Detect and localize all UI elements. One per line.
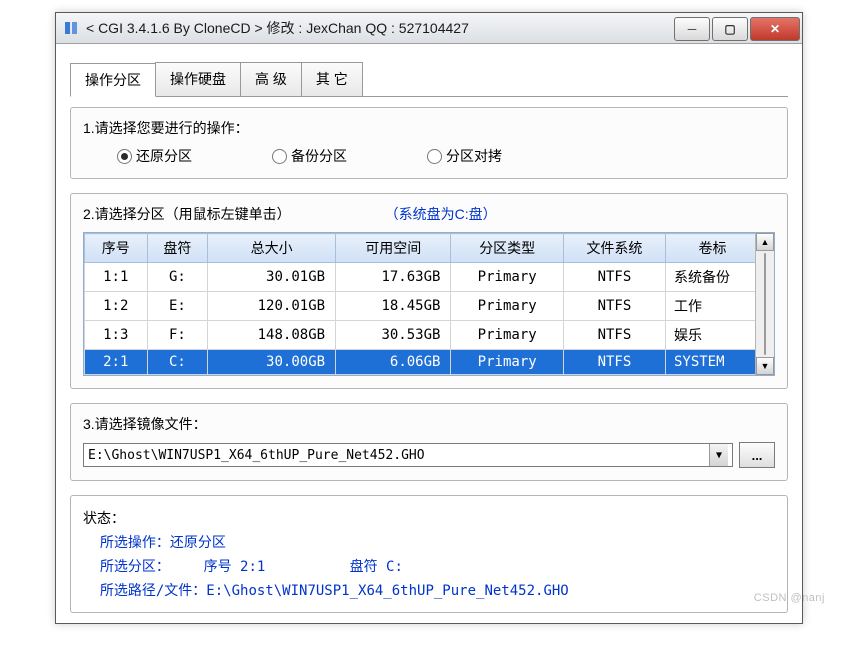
group-partition: 2.请选择分区（用鼠标左键单击） （系统盘为C:盘） 序号 盘符 总大小 可用空…: [70, 193, 788, 389]
maximize-button[interactable]: ▢: [712, 17, 748, 41]
tab-disk[interactable]: 操作硬盘: [155, 62, 241, 96]
col-free[interactable]: 可用空间: [336, 234, 451, 263]
col-type[interactable]: 分区类型: [451, 234, 563, 263]
window-title: < CGI 3.4.1.6 By CloneCD > 修改 : JexChan …: [86, 18, 674, 38]
image-path-value: E:\Ghost\WIN7USP1_X64_6thUP_Pure_Net452.…: [88, 448, 425, 463]
col-index[interactable]: 序号: [85, 234, 148, 263]
radio-clone-label: 分区对拷: [446, 146, 502, 166]
image-label: 3.请选择镜像文件：: [83, 414, 775, 434]
group-operation: 1.请选择您要进行的操作： 还原分区 备份分区 分区对拷: [70, 107, 788, 179]
minimize-button[interactable]: ─: [674, 17, 710, 41]
scroll-up-icon[interactable]: ▲: [756, 233, 774, 251]
app-window: < CGI 3.4.1.6 By CloneCD > 修改 : JexChan …: [55, 12, 803, 624]
radio-dot-icon: [117, 149, 132, 164]
app-icon: [62, 19, 80, 37]
table-row[interactable]: 1:2E: 120.01GB18.45GB PrimaryNTFS 工作: [85, 292, 774, 321]
radio-dot-icon: [427, 149, 442, 164]
tabbar: 操作分区 操作硬盘 高 级 其 它: [70, 62, 788, 97]
status-title: 状态：: [83, 508, 775, 528]
tab-partition[interactable]: 操作分区: [70, 63, 156, 97]
table-row[interactable]: 1:1G: 30.01GB17.63GB PrimaryNTFS 系统备份: [85, 263, 774, 292]
radio-backup[interactable]: 备份分区: [272, 146, 347, 166]
dropdown-icon[interactable]: ▼: [709, 444, 728, 466]
col-total[interactable]: 总大小: [208, 234, 336, 263]
operation-label: 1.请选择您要进行的操作：: [83, 118, 775, 138]
system-disk-hint: （系统盘为C:盘）: [385, 206, 497, 222]
radio-dot-icon: [272, 149, 287, 164]
status-panel: 状态： 所选操作：还原分区 所选分区： 序号 2:1 盘符 C: 所选路径/文件…: [70, 495, 788, 613]
titlebar[interactable]: < CGI 3.4.1.6 By CloneCD > 修改 : JexChan …: [56, 13, 802, 44]
image-path-combo[interactable]: E:\Ghost\WIN7USP1_X64_6thUP_Pure_Net452.…: [83, 443, 733, 467]
scroll-thumb[interactable]: [764, 253, 766, 355]
col-fs[interactable]: 文件系统: [563, 234, 665, 263]
radio-restore-label: 还原分区: [136, 146, 192, 166]
close-button[interactable]: ✕: [750, 17, 800, 41]
status-operation: 所选操作：还原分区: [83, 532, 775, 552]
vertical-scrollbar[interactable]: ▲ ▼: [755, 233, 774, 375]
browse-button[interactable]: ...: [739, 442, 775, 468]
col-drive[interactable]: 盘符: [147, 234, 208, 263]
tab-advanced[interactable]: 高 级: [240, 62, 302, 96]
partition-label: 2.请选择分区（用鼠标左键单击） （系统盘为C:盘）: [83, 204, 775, 224]
radio-backup-label: 备份分区: [291, 146, 347, 166]
partition-table-wrap: 序号 盘符 总大小 可用空间 分区类型 文件系统 卷标 1:1G: 30.01G…: [83, 232, 775, 376]
radio-clone[interactable]: 分区对拷: [427, 146, 502, 166]
radio-restore[interactable]: 还原分区: [117, 146, 192, 166]
watermark: CSDN @nanj: [754, 592, 825, 604]
scroll-down-icon[interactable]: ▼: [756, 357, 774, 375]
table-row[interactable]: 1:3F: 148.08GB30.53GB PrimaryNTFS 娱乐: [85, 321, 774, 350]
partition-table[interactable]: 序号 盘符 总大小 可用空间 分区类型 文件系统 卷标 1:1G: 30.01G…: [84, 233, 774, 375]
status-partition: 所选分区： 序号 2:1 盘符 C:: [83, 556, 775, 576]
status-path: 所选路径/文件：E:\Ghost\WIN7USP1_X64_6thUP_Pure…: [83, 580, 775, 600]
group-image: 3.请选择镜像文件： E:\Ghost\WIN7USP1_X64_6thUP_P…: [70, 403, 788, 481]
table-row-selected[interactable]: 2:1C: 30.00GB6.06GB PrimaryNTFS SYSTEM: [85, 350, 774, 375]
tab-other[interactable]: 其 它: [301, 62, 363, 96]
